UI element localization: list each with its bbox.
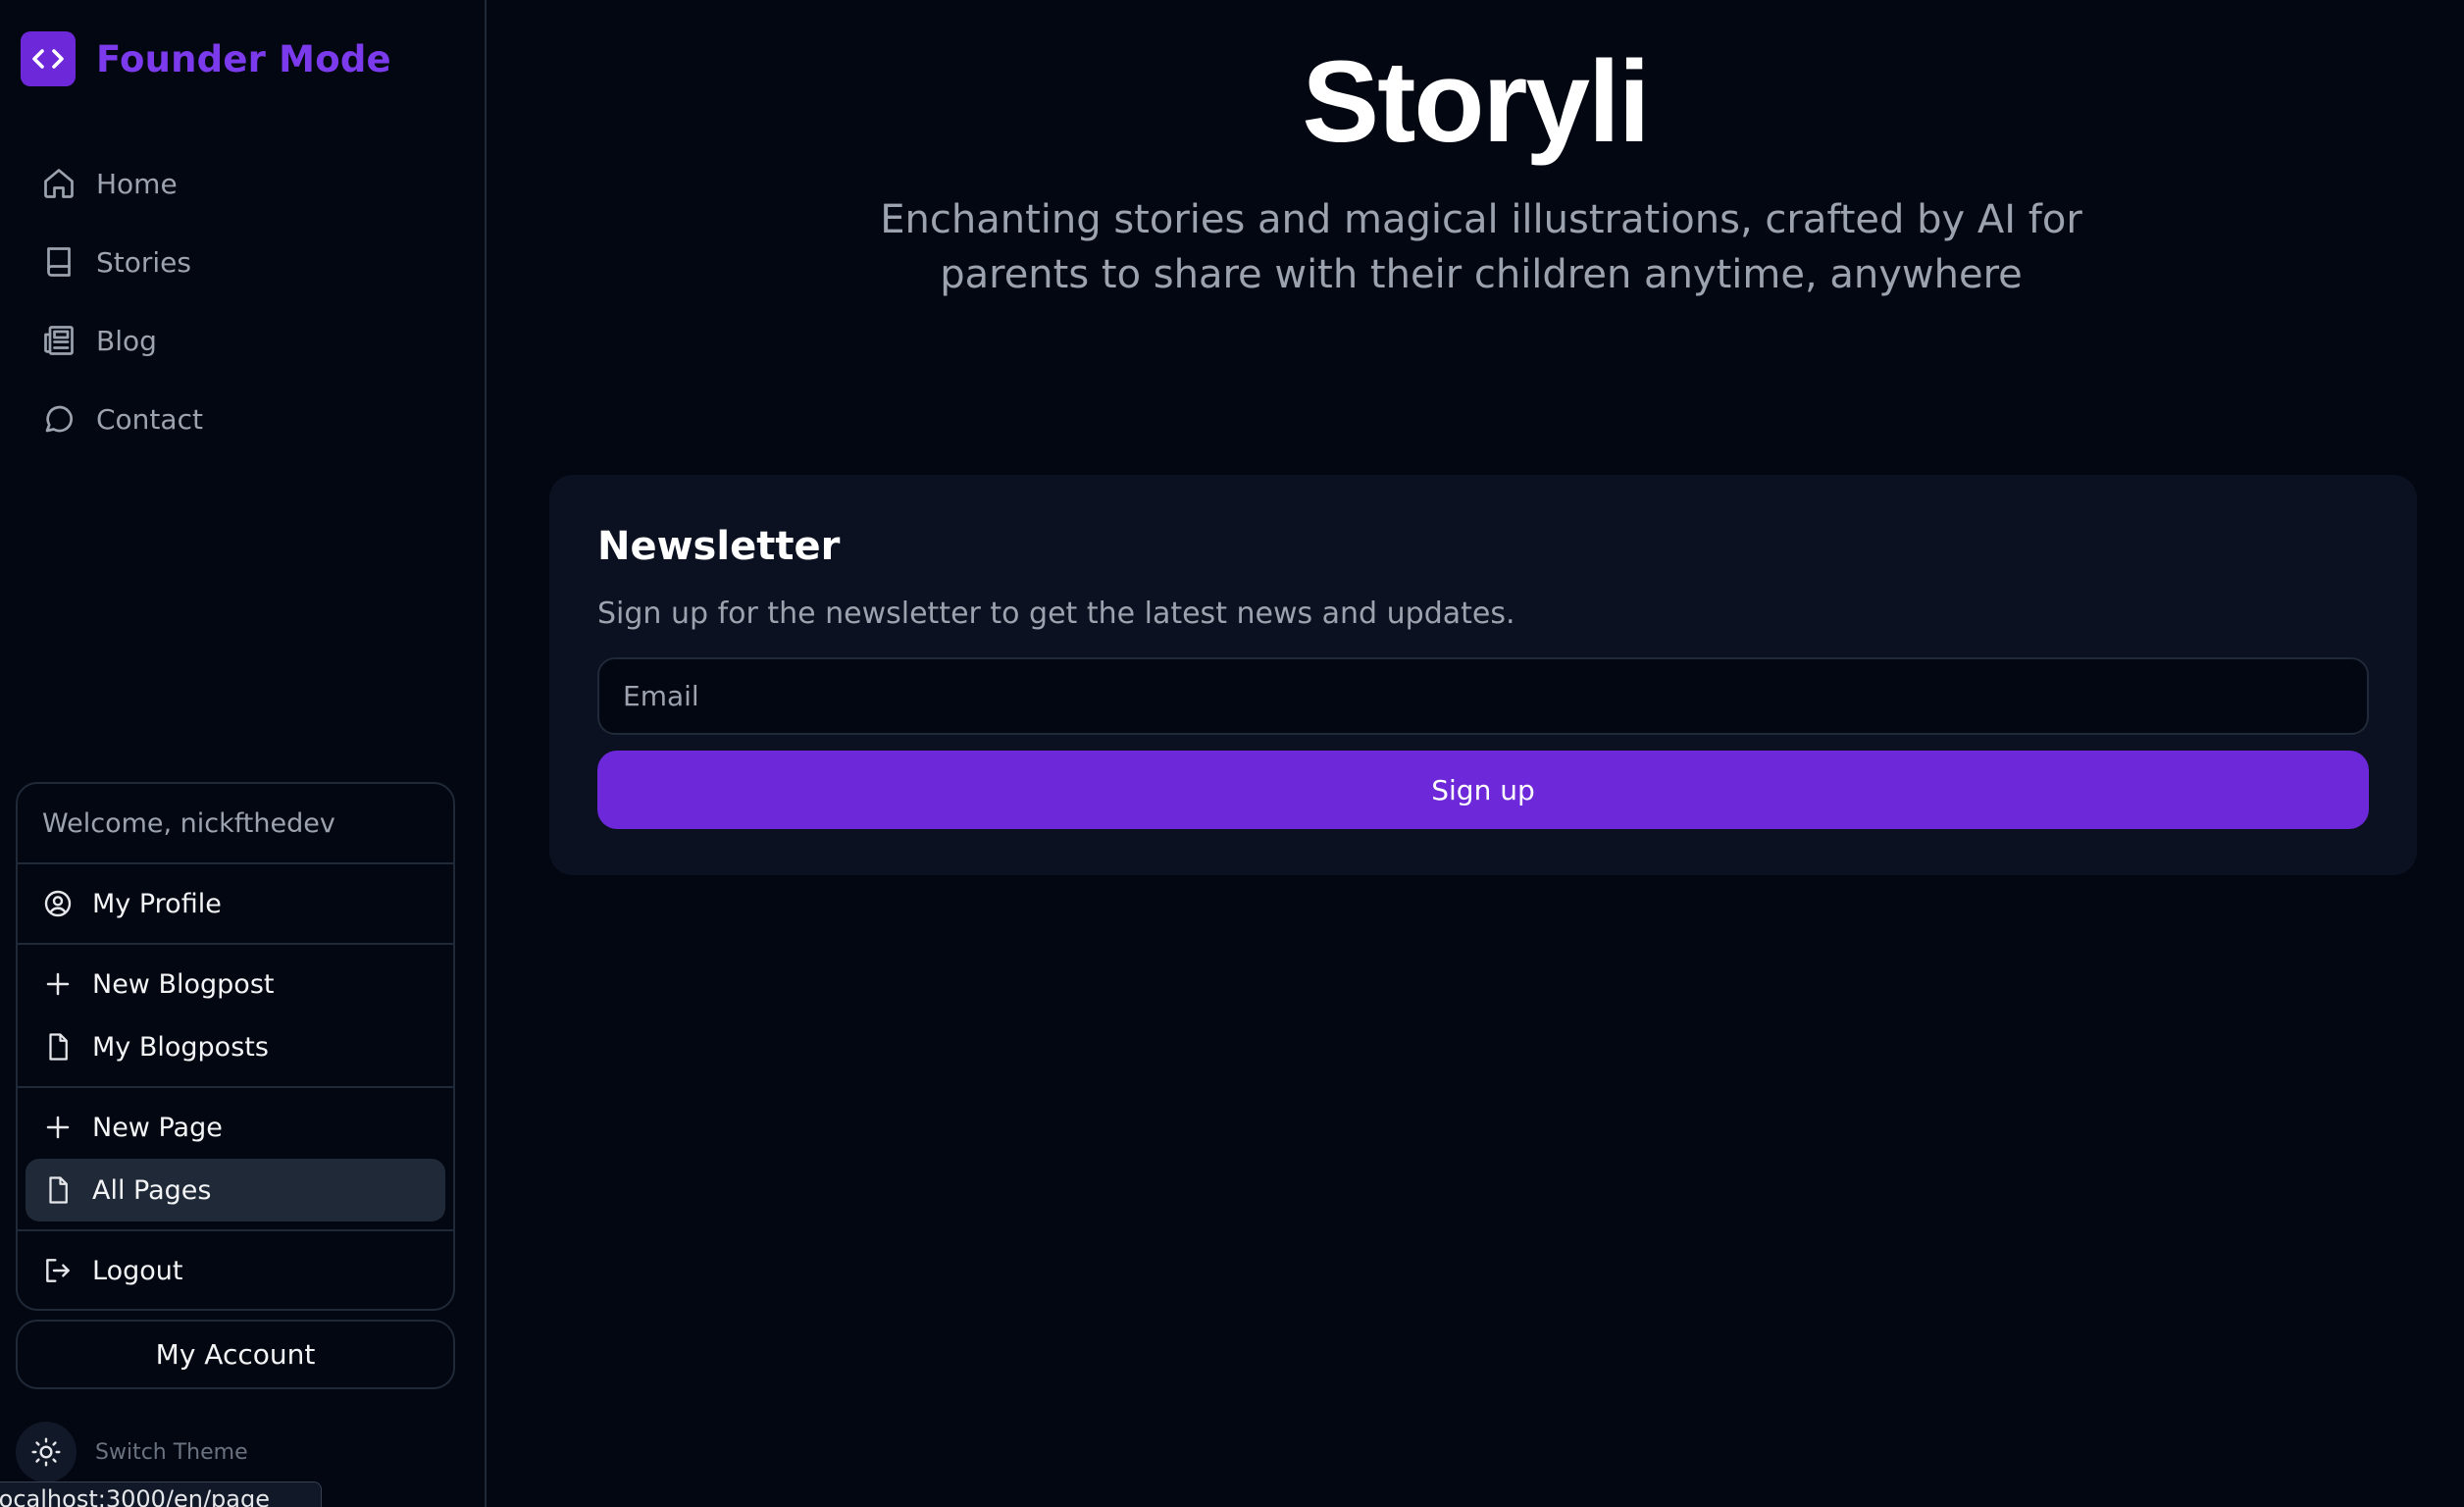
- main-content: Storyli Enchanting stories and magical i…: [487, 0, 2464, 1507]
- hero-title: Storyli: [1302, 37, 1650, 167]
- my-profile-label: My Profile: [92, 888, 222, 919]
- welcome-text: Welcome, nickfthedev: [18, 784, 453, 864]
- app-root: Founder Mode Home Stories Blog Contact W…: [0, 0, 2464, 1507]
- nav-label-stories: Stories: [96, 245, 191, 279]
- nav-label-blog: Blog: [96, 324, 157, 357]
- plus-icon: [41, 967, 75, 1001]
- nav-label-contact: Contact: [96, 402, 203, 436]
- sun-icon: [16, 1422, 77, 1482]
- all-pages-label: All Pages: [92, 1174, 212, 1206]
- newsletter-title: Newsletter: [597, 524, 841, 569]
- nav-label-home: Home: [96, 167, 178, 200]
- brand[interactable]: Founder Mode: [21, 31, 391, 86]
- my-profile-item[interactable]: My Profile: [26, 872, 445, 935]
- logout-icon: [41, 1254, 75, 1287]
- newsletter-description: Sign up for the newsletter to get the la…: [597, 597, 1515, 631]
- code-brackets-icon: [21, 31, 76, 86]
- email-input[interactable]: [597, 657, 2369, 735]
- my-account-button[interactable]: My Account: [16, 1320, 455, 1389]
- switch-theme-label: Switch Theme: [95, 1439, 248, 1465]
- file-icon: [41, 1030, 75, 1064]
- brand-name: Founder Mode: [96, 37, 391, 80]
- nav-item-home[interactable]: Home: [24, 144, 445, 223]
- plus-icon: [41, 1111, 75, 1144]
- new-page-label: New Page: [92, 1112, 223, 1143]
- my-blogposts-label: My Blogposts: [92, 1031, 269, 1063]
- chat-bubble-icon: [39, 399, 78, 439]
- hero-subtitle: Enchanting stories and magical illustrat…: [880, 197, 2082, 297]
- nav-item-contact[interactable]: Contact: [24, 380, 445, 458]
- main-nav: Home Stories Blog Contact: [24, 144, 445, 458]
- switch-theme-toggle[interactable]: Switch Theme: [16, 1422, 248, 1482]
- status-url-text: localhost:3000/en/page: [0, 1485, 270, 1507]
- new-blogpost-label: New Blogpost: [92, 968, 275, 1000]
- home-icon: [39, 164, 78, 203]
- logout-label: Logout: [92, 1255, 183, 1286]
- new-blogpost-item[interactable]: New Blogpost: [26, 953, 445, 1015]
- my-blogposts-item[interactable]: My Blogposts: [26, 1015, 445, 1078]
- newspaper-icon: [39, 321, 78, 360]
- new-page-item[interactable]: New Page: [26, 1096, 445, 1159]
- menu-group-logout: Logout: [18, 1231, 453, 1309]
- all-pages-item[interactable]: All Pages: [26, 1159, 445, 1221]
- user-circle-icon: [41, 887, 75, 920]
- menu-group-profile: My Profile: [18, 864, 453, 945]
- menu-group-blog: New Blogpost My Blogposts: [18, 945, 453, 1088]
- file-icon: [41, 1173, 75, 1207]
- status-bar-url: localhost:3000/en/page: [0, 1481, 322, 1507]
- account-menu: Welcome, nickfthedev My Profile New Blog…: [16, 782, 455, 1311]
- nav-item-blog[interactable]: Blog: [24, 301, 445, 380]
- nav-item-stories[interactable]: Stories: [24, 223, 445, 301]
- book-icon: [39, 242, 78, 282]
- sidebar: Founder Mode Home Stories Blog Contact W…: [0, 0, 487, 1507]
- sign-up-button[interactable]: Sign up: [597, 751, 2369, 829]
- menu-group-pages: New Page All Pages: [18, 1088, 453, 1231]
- logout-item[interactable]: Logout: [26, 1239, 445, 1302]
- newsletter-card: Newsletter Sign up for the newsletter to…: [549, 475, 2417, 875]
